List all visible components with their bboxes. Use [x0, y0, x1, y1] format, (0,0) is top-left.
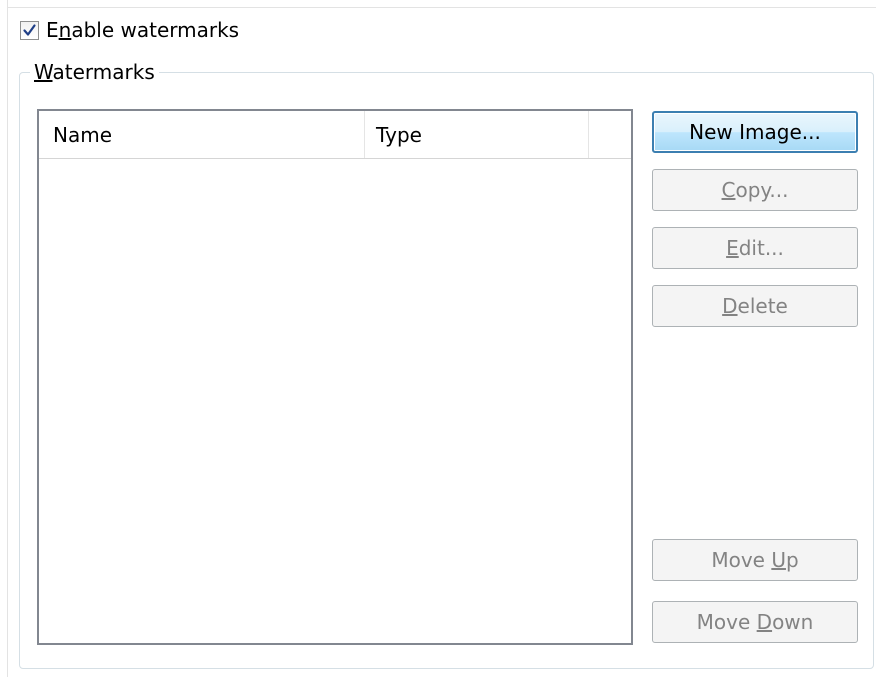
list-header: Name Type: [39, 111, 631, 159]
column-header-type[interactable]: Type: [365, 111, 589, 158]
edit-mnemonic: E: [726, 236, 739, 260]
column-header-name[interactable]: Name: [39, 111, 365, 158]
edit-button[interactable]: Edit...: [652, 227, 858, 269]
panel-left-edge: [7, 0, 8, 677]
move-up-label-start: Move: [711, 548, 772, 572]
copy-button[interactable]: Copy...: [652, 169, 858, 211]
move-up-label-end: p: [785, 548, 799, 572]
copy-mnemonic: C: [721, 178, 736, 202]
watermarks-settings-panel: Enable watermarks Watermarks Name Type N…: [0, 0, 876, 677]
move-down-mnemonic: D: [756, 610, 773, 634]
move-down-label-end: own: [772, 610, 814, 634]
copy-label: opy...: [735, 178, 789, 202]
delete-mnemonic: D: [722, 294, 738, 318]
watermarks-group-title: Watermarks: [30, 58, 159, 86]
watermarks-list[interactable]: Name Type: [37, 109, 633, 645]
list-body[interactable]: [39, 159, 631, 643]
panel-top-edge: [7, 7, 876, 8]
new-image-button[interactable]: New Image...: [652, 111, 858, 153]
checkbox-box[interactable]: [20, 20, 39, 40]
move-down-button[interactable]: Move Down: [652, 601, 858, 643]
delete-button[interactable]: Delete: [652, 285, 858, 327]
delete-label: elete: [737, 294, 788, 318]
move-up-mnemonic: U: [771, 548, 786, 572]
move-down-label-start: Move: [696, 610, 757, 634]
check-icon: [23, 23, 36, 36]
enable-watermarks-label: Enable watermarks: [46, 18, 240, 42]
move-up-button[interactable]: Move Up: [652, 539, 858, 581]
edit-label: dit...: [738, 236, 784, 260]
column-header-filler: [589, 111, 631, 158]
enable-watermarks-checkbox[interactable]: Enable watermarks: [20, 17, 239, 43]
